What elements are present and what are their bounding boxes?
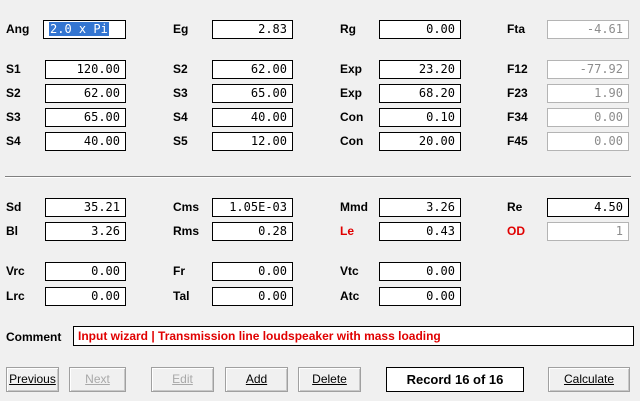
label-s1: S1 (6, 62, 21, 76)
label-vrc: Vrc (6, 264, 25, 278)
edit-button[interactable]: Edit (151, 367, 214, 392)
label-ang: Ang (6, 22, 30, 36)
label-tal: Tal (173, 289, 190, 303)
label-rms: Rms (173, 224, 200, 238)
label-f23: F23 (507, 86, 528, 100)
s3-field[interactable]: 65.00 (212, 84, 293, 103)
label-bl: Bl (6, 224, 18, 238)
od-field: 1 (547, 222, 629, 241)
s5-field[interactable]: 12.00 (212, 132, 293, 151)
label-atc: Atc (340, 289, 360, 303)
label-con: Con (340, 110, 364, 124)
delete-button[interactable]: Delete (298, 367, 361, 392)
label-s5: S5 (173, 134, 188, 148)
con1-field[interactable]: 0.10 (379, 108, 461, 127)
label-od: OD (507, 224, 525, 238)
label-s4: S4 (6, 134, 21, 148)
previous-button[interactable]: Previous (6, 367, 59, 392)
add-button[interactable]: Add (225, 367, 288, 392)
tal-field[interactable]: 0.00 (212, 287, 293, 306)
bl-field[interactable]: 3.26 (45, 222, 126, 241)
label-s2: S2 (173, 62, 188, 76)
label-fta: Fta (507, 22, 525, 36)
s3-field[interactable]: 65.00 (45, 108, 126, 127)
label-exp: Exp (340, 62, 363, 76)
label-comment: Comment (6, 330, 62, 344)
label-con: Con (340, 134, 364, 148)
lrc-field[interactable]: 0.00 (45, 287, 126, 306)
label-mmd: Mmd (340, 200, 368, 214)
label-le: Le (340, 224, 355, 238)
label-cms: Cms (173, 200, 200, 214)
fta-field: -4.61 (547, 20, 629, 39)
label-f34: F34 (507, 110, 528, 124)
atc-field[interactable]: 0.00 (379, 287, 461, 306)
f12-field: -77.92 (547, 60, 629, 79)
label-fr: Fr (173, 264, 185, 278)
calculate-button[interactable]: Calculate (548, 367, 630, 392)
next-button[interactable]: Next (69, 367, 126, 392)
label-f12: F12 (507, 62, 528, 76)
comment-field[interactable]: Input wizard | Transmission line loudspe… (73, 326, 634, 346)
rms-field[interactable]: 0.28 (212, 222, 293, 241)
label-eg: Eg (173, 22, 189, 36)
rg-field[interactable]: 0.00 (379, 20, 461, 39)
section-divider (5, 176, 631, 178)
eg-field[interactable]: 2.83 (212, 20, 293, 39)
f34-field: 0.00 (547, 108, 629, 127)
vtc-field[interactable]: 0.00 (379, 262, 461, 281)
vrc-field[interactable]: 0.00 (45, 262, 126, 281)
re-field[interactable]: 4.50 (547, 198, 629, 217)
ang-field[interactable]: 2.0 x Pi (43, 20, 126, 39)
exp2-field[interactable]: 68.20 (379, 84, 461, 103)
label-s4: S4 (173, 110, 188, 124)
label-vtc: Vtc (340, 264, 359, 278)
f45-field: 0.00 (547, 132, 629, 151)
f23-field: 1.90 (547, 84, 629, 103)
ang-value: 2.0 x Pi (49, 22, 109, 36)
label-s3: S3 (173, 86, 188, 100)
mmd-field[interactable]: 3.26 (379, 198, 461, 217)
s4-field[interactable]: 40.00 (45, 132, 126, 151)
le-field[interactable]: 0.43 (379, 222, 461, 241)
con2-field[interactable]: 20.00 (379, 132, 461, 151)
label-f45: F45 (507, 134, 528, 148)
label-lrc: Lrc (6, 289, 25, 303)
s4-field[interactable]: 40.00 (212, 108, 293, 127)
record-status: Record 16 of 16 (386, 367, 524, 392)
label-exp: Exp (340, 86, 363, 100)
fr-field[interactable]: 0.00 (212, 262, 293, 281)
sd-field[interactable]: 35.21 (45, 198, 126, 217)
label-rg: Rg (340, 22, 356, 36)
s1-field[interactable]: 120.00 (45, 60, 126, 79)
s2-field[interactable]: 62.00 (45, 84, 126, 103)
label-re: Re (507, 200, 523, 214)
s2-field[interactable]: 62.00 (212, 60, 293, 79)
exp1-field[interactable]: 23.20 (379, 60, 461, 79)
label-sd: Sd (6, 200, 22, 214)
label-s3: S3 (6, 110, 21, 124)
cms-field[interactable]: 1.05E-03 (212, 198, 293, 217)
label-s2: S2 (6, 86, 21, 100)
